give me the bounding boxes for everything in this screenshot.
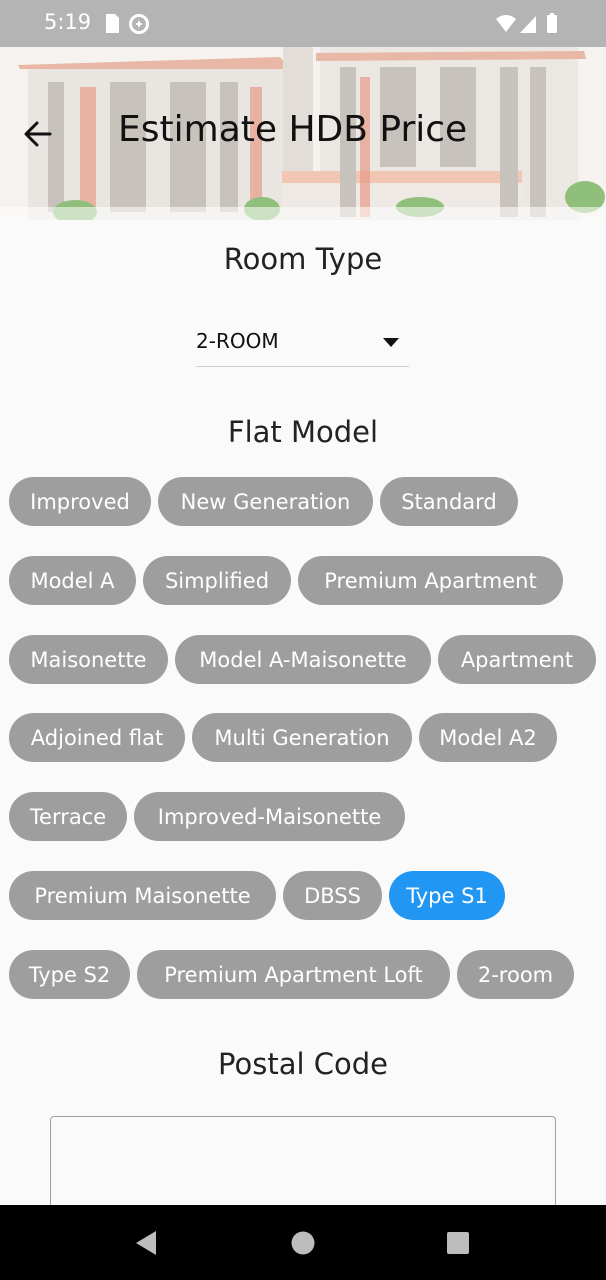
back-triangle-icon bbox=[136, 1230, 156, 1255]
chip-dbss[interactable]: DBSS bbox=[283, 871, 382, 920]
system-nav-bar bbox=[0, 1205, 606, 1280]
chip-improved[interactable]: Improved bbox=[9, 477, 151, 526]
flat-model-chip-row: Maisonette Model A-Maisonette Apartment bbox=[9, 635, 596, 684]
arrow-left-icon bbox=[24, 121, 52, 147]
chip-maisonette[interactable]: Maisonette bbox=[9, 635, 168, 684]
home-circle-icon bbox=[291, 1231, 315, 1254]
postal-code-input[interactable] bbox=[50, 1116, 556, 1216]
room-type-selected-value: 2-ROOM bbox=[196, 329, 279, 353]
chip-model-a2[interactable]: Model A2 bbox=[419, 713, 557, 762]
chip-simplified[interactable]: Simplified bbox=[143, 556, 291, 605]
flat-model-chip-row: Type S2 Premium Apartment Loft 2-room bbox=[9, 950, 574, 999]
sd-card-icon bbox=[106, 14, 119, 33]
wifi-icon bbox=[496, 15, 516, 32]
app-header: Estimate HDB Price bbox=[0, 47, 606, 220]
room-type-dropdown[interactable]: 2-ROOM bbox=[196, 322, 409, 367]
postal-code-label: Postal Code bbox=[218, 1047, 388, 1081]
back-button[interactable] bbox=[22, 114, 54, 154]
flat-model-chip-row: Premium Maisonette DBSS Type S1 bbox=[9, 871, 505, 920]
recents-square-icon bbox=[447, 1231, 469, 1254]
caret-down-icon bbox=[383, 338, 399, 347]
status-right-icons bbox=[494, 12, 566, 40]
flat-model-chip-row: Adjoined flat Multi Generation Model A2 bbox=[9, 713, 557, 762]
status-left-icons bbox=[103, 12, 153, 40]
flat-model-chip-row: Model A Simplified Premium Apartment bbox=[9, 556, 563, 605]
battery-icon bbox=[547, 13, 557, 33]
chip-adjoined-flat[interactable]: Adjoined flat bbox=[9, 713, 185, 762]
chip-terrace[interactable]: Terrace bbox=[9, 792, 127, 841]
chip-multi-generation[interactable]: Multi Generation bbox=[192, 713, 412, 762]
flat-model-chip-row: Improved New Generation Standard bbox=[9, 477, 518, 526]
chip-new-generation[interactable]: New Generation bbox=[158, 477, 373, 526]
flat-model-chip-row: Terrace Improved-Maisonette bbox=[9, 792, 405, 841]
chip-model-a-maisonette[interactable]: Model A-Maisonette bbox=[175, 635, 431, 684]
nav-home-button[interactable] bbox=[277, 1205, 329, 1280]
status-time: 5:19 bbox=[44, 10, 92, 34]
flat-model-label: Flat Model bbox=[227, 415, 379, 449]
nav-back-button[interactable] bbox=[120, 1205, 172, 1280]
room-type-label: Room Type bbox=[223, 242, 383, 276]
nav-recents-button[interactable] bbox=[432, 1205, 484, 1280]
chip-premium-maisonette[interactable]: Premium Maisonette bbox=[9, 871, 276, 920]
chip-type-s2[interactable]: Type S2 bbox=[9, 950, 130, 999]
chip-model-a[interactable]: Model A bbox=[9, 556, 136, 605]
chip-premium-apartment-loft[interactable]: Premium Apartment Loft bbox=[137, 950, 450, 999]
chip-premium-apartment[interactable]: Premium Apartment bbox=[298, 556, 563, 605]
chip-improved-maisonette[interactable]: Improved-Maisonette bbox=[134, 792, 405, 841]
chip-standard[interactable]: Standard bbox=[380, 477, 518, 526]
chip-apartment[interactable]: Apartment bbox=[438, 635, 596, 684]
data-saver-icon bbox=[129, 14, 149, 34]
status-bar: 5:19 bbox=[0, 0, 606, 47]
chip-2-room[interactable]: 2-room bbox=[457, 950, 574, 999]
page-title: Estimate HDB Price bbox=[118, 109, 468, 150]
chip-type-s1-selected[interactable]: Type S1 bbox=[389, 871, 505, 920]
signal-icon bbox=[520, 16, 536, 33]
